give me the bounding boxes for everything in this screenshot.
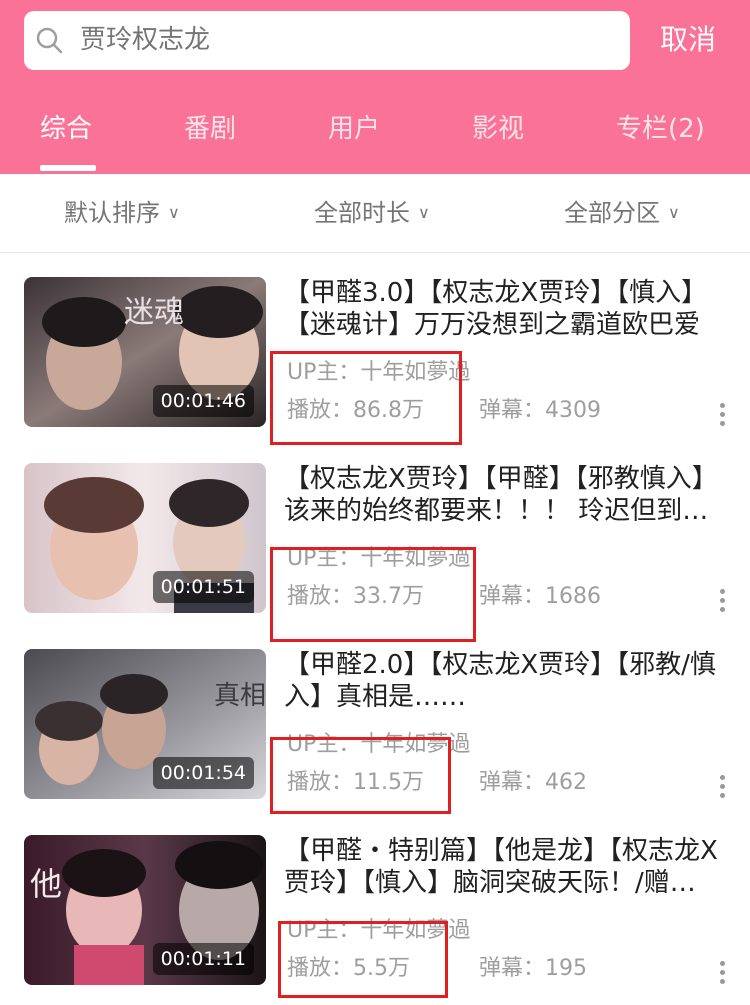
search-icon — [36, 27, 63, 54]
cancel-button[interactable]: 取消 — [660, 22, 716, 58]
tab-articles[interactable]: 专栏(2) — [616, 109, 705, 149]
more-options-icon[interactable] — [712, 585, 732, 617]
chevron-down-icon: ∨ — [668, 203, 680, 222]
danmaku-count: 弹幕：195 — [479, 956, 587, 981]
video-title[interactable]: 【甲醛3.0】【权志龙X贾玲】【慎入】【迷魂计】万万没想到之霸道欧巴爱上我 — [284, 277, 724, 343]
sort-label: 默认排序 — [64, 199, 160, 227]
video-title[interactable]: 【甲醛・特别篇】【他是龙】【权志龙X贾玲】【慎入】脑洞突破天际！/赠… — [284, 835, 724, 901]
list-item[interactable]: 迷魂 00:01:46 【甲醛3.0】【权志龙X贾玲】【慎入】【迷魂计】万万没想… — [0, 277, 750, 463]
chevron-down-icon: ∨ — [418, 203, 430, 222]
video-title[interactable]: 【权志龙X贾玲】【甲醛】【邪教慎入】该来的始终都要来！！！ 玲迟但到… — [284, 463, 724, 529]
highlight-box — [270, 737, 451, 814]
thumbnail-overlay-text: 真相是 — [214, 681, 266, 711]
tab-general[interactable]: 综合 — [40, 109, 92, 149]
highlight-box — [270, 547, 476, 642]
danmaku-count: 弹幕：462 — [479, 770, 587, 795]
category-dropdown[interactable]: 全部分区 ∨ — [564, 196, 680, 230]
danmaku-count: 弹幕：4309 — [479, 398, 601, 423]
duration-badge: 00:01:51 — [152, 571, 254, 603]
search-input[interactable]: 贾玲权志龙 — [80, 22, 210, 58]
duration-badge: 00:01:11 — [152, 943, 254, 975]
tab-active-indicator — [40, 165, 96, 171]
duration-badge: 00:01:46 — [152, 385, 254, 417]
sort-dropdown[interactable]: 默认排序 ∨ — [64, 196, 180, 230]
tab-film-tv[interactable]: 影视 — [472, 109, 524, 149]
search-header: 贾玲权志龙 取消 综合 番剧 用户 影视 专栏(2) — [0, 0, 750, 174]
duration-dropdown[interactable]: 全部时长 ∨ — [314, 196, 430, 230]
tab-bangumi[interactable]: 番剧 — [184, 109, 236, 149]
thumbnail-overlay-text: 他 — [30, 865, 62, 903]
tab-users[interactable]: 用户 — [328, 109, 380, 149]
more-options-icon[interactable] — [712, 771, 732, 803]
highlight-box — [270, 351, 462, 445]
highlight-box — [278, 921, 448, 998]
chevron-down-icon: ∨ — [168, 203, 180, 222]
video-thumbnail[interactable]: 00:01:51 — [24, 463, 266, 613]
more-options-icon[interactable] — [712, 957, 732, 989]
list-item[interactable]: 真相是 00:01:54 【甲醛2.0】【权志龙X贾玲】【邪教/慎入】真相是……… — [0, 649, 750, 835]
video-thumbnail[interactable]: 他 00:01:11 — [24, 835, 266, 985]
danmaku-count: 弹幕：1686 — [479, 584, 601, 609]
more-options-icon[interactable] — [712, 399, 732, 431]
category-label: 全部分区 — [564, 199, 660, 227]
video-thumbnail[interactable]: 迷魂 00:01:46 — [24, 277, 266, 427]
video-title[interactable]: 【甲醛2.0】【权志龙X贾玲】【邪教/慎入】真相是…… — [284, 649, 724, 715]
duration-badge: 00:01:54 — [152, 757, 254, 789]
video-thumbnail[interactable]: 真相是 00:01:54 — [24, 649, 266, 799]
list-item[interactable]: 00:01:51 【权志龙X贾玲】【甲醛】【邪教慎入】该来的始终都要来！！！ 玲… — [0, 463, 750, 649]
list-item[interactable]: 他 00:01:11 【甲醛・特别篇】【他是龙】【权志龙X贾玲】【慎入】脑洞突破… — [0, 835, 750, 1005]
thumbnail-overlay-text: 迷魂 — [124, 295, 184, 330]
filter-bar: 默认排序 ∨ 全部时长 ∨ 全部分区 ∨ — [0, 174, 750, 253]
duration-label: 全部时长 — [314, 199, 410, 227]
